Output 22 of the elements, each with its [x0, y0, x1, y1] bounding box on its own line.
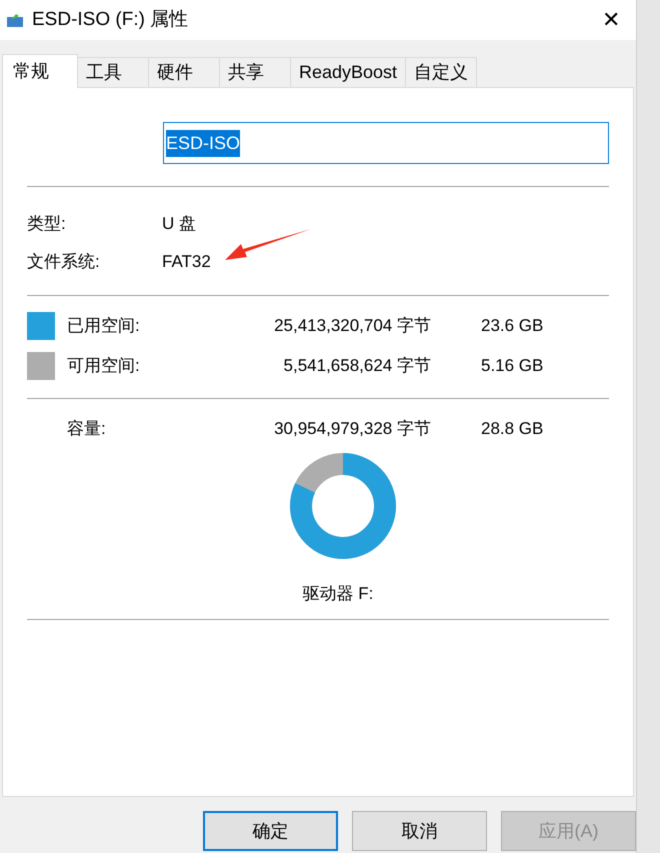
dialog-button[interactable]: 确定 — [203, 811, 338, 851]
space-label: 已用空间: — [67, 315, 141, 338]
window-title: ESD-ISO (F:) 属性 — [32, 8, 188, 32]
close-button[interactable]: ✕ — [598, 9, 624, 31]
capacity-size: 28.8 GB — [481, 418, 544, 440]
capacity-bytes: 30,954,979,328 字节 — [273, 418, 431, 440]
name-field[interactable]: ESD-ISO — [163, 122, 609, 164]
drive-label: 驱动器 F: — [302, 583, 374, 605]
space-size: 23.6 GB — [481, 315, 544, 338]
info-label: 类型: — [27, 213, 67, 236]
tab[interactable]: 自定义 — [405, 57, 478, 87]
dialog-button[interactable]: 取消 — [352, 811, 487, 851]
drive-icon — [6, 12, 24, 28]
info-label: 文件系统: — [27, 251, 101, 274]
space-label: 可用空间: — [67, 355, 141, 378]
space-size: 5.16 GB — [481, 355, 544, 378]
tab[interactable]: 常规 — [2, 54, 78, 88]
space-bytes: 5,541,658,624 字节 — [282, 355, 431, 378]
info-value: FAT32 — [162, 251, 211, 274]
capacity-label: 容量: — [66, 418, 107, 440]
space-bytes: 25,413,320,704 字节 — [273, 315, 431, 338]
info-value: U 盘 — [162, 213, 196, 236]
